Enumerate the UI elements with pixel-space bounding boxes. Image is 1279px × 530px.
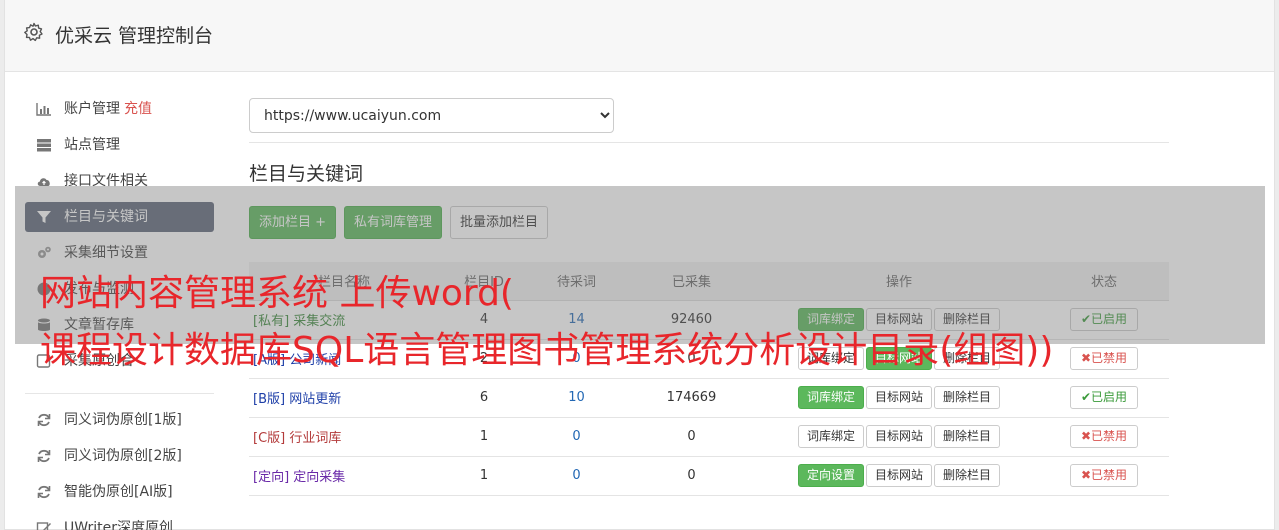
pending-count[interactable]: 0	[529, 417, 624, 457]
overlay-banner	[15, 186, 1265, 344]
refresh-icon	[37, 449, 51, 463]
status-toggle[interactable]: ✖已禁用	[1069, 347, 1139, 370]
pending-count[interactable]: 10	[529, 378, 624, 418]
collected-count: 0	[624, 417, 759, 457]
collected-count: 0	[624, 456, 759, 496]
column-tag: [C版]	[253, 431, 286, 446]
site-select[interactable]: https://www.ucaiyun.com	[249, 98, 614, 133]
column-id: 1	[439, 417, 529, 457]
delete-column-button[interactable]: 删除栏目	[934, 425, 1001, 448]
column-id: 1	[439, 456, 529, 496]
bind-library-button[interactable]: 词库绑定	[797, 425, 864, 448]
status-toggle[interactable]: ✔已启用	[1069, 386, 1139, 409]
sidebar-item-uwriter[interactable]: UWriter深度原创	[25, 513, 214, 530]
table-row: [C版] 行业词库 1 0 0 词库绑定 目标网站 删除栏目 ✖已禁用	[249, 417, 1169, 457]
delete-column-button[interactable]: 删除栏目	[934, 464, 1001, 487]
status-label: 已启用	[1091, 390, 1128, 404]
close-icon: ✖	[1080, 429, 1092, 443]
status-toggle[interactable]: ✖已禁用	[1069, 425, 1139, 448]
close-icon: ✖	[1080, 351, 1092, 365]
overlay-subheadline: 课程设计数据库SQL语言管理图书管理系统分析设计目录(组图))	[40, 330, 1054, 371]
pending-count[interactable]: 0	[529, 456, 624, 496]
status-cell: ✖已禁用	[1039, 339, 1169, 379]
close-icon: ✖	[1080, 468, 1092, 482]
bind-library-button[interactable]: 词库绑定	[797, 386, 864, 409]
collected-count: 174669	[624, 378, 759, 418]
sidebar-item-sites[interactable]: 站点管理	[25, 130, 214, 160]
status-cell: ✔已启用	[1039, 378, 1169, 418]
recharge-link[interactable]: 充值	[124, 101, 152, 117]
check-icon: ✔	[1080, 390, 1092, 404]
column-name[interactable]: 定向采集	[293, 470, 345, 485]
bar-chart-icon	[36, 103, 51, 116]
server-icon	[37, 139, 51, 152]
status-label: 已禁用	[1091, 351, 1128, 365]
status-cell: ✖已禁用	[1039, 417, 1169, 457]
page-title: 优采云 管理控制台	[55, 25, 214, 47]
column-name-cell[interactable]: [B版] 网站更新	[249, 378, 439, 418]
target-site-button[interactable]: 目标网站	[865, 464, 932, 487]
actions-cell: 定向设置 目标网站 删除栏目	[759, 456, 1039, 496]
column-tag: [定向]	[253, 470, 290, 485]
target-site-button[interactable]: 目标网站	[865, 425, 932, 448]
column-id: 6	[439, 378, 529, 418]
refresh-icon	[37, 413, 51, 427]
sidebar-item-synonym-v2[interactable]: 同义词伪原创[2版]	[25, 441, 214, 471]
column-name[interactable]: 行业词库	[289, 431, 341, 446]
status-label: 已禁用	[1091, 468, 1128, 482]
column-name-cell[interactable]: [C版] 行业词库	[249, 417, 439, 457]
divider	[249, 142, 1169, 143]
target-site-button[interactable]: 目标网站	[865, 386, 932, 409]
status-label: 已禁用	[1091, 429, 1128, 443]
table-row: [定向] 定向采集 1 0 0 定向设置 目标网站 删除栏目 ✖已禁用	[249, 456, 1169, 496]
gear-icon	[24, 22, 43, 42]
table-row: [B版] 网站更新 6 10 174669 词库绑定 目标网站 删除栏目 ✔已启用	[249, 378, 1169, 418]
actions-cell: 词库绑定 目标网站 删除栏目	[759, 417, 1039, 457]
header-bar: 优采云 管理控制台	[5, 0, 1274, 72]
sidebar-item-ai-rewrite[interactable]: 智能伪原创[AI版]	[25, 477, 214, 507]
column-tag: [B版]	[253, 392, 286, 407]
status-cell: ✖已禁用	[1039, 456, 1169, 496]
sidebar-divider	[25, 393, 214, 394]
actions-cell: 词库绑定 目标网站 删除栏目	[759, 378, 1039, 418]
status-toggle[interactable]: ✖已禁用	[1069, 464, 1139, 487]
sidebar-item-account[interactable]: 账户管理 充值	[25, 94, 214, 124]
overlay-headline: 网站内容管理系统 上传word(	[40, 273, 514, 314]
refresh-icon	[37, 485, 51, 499]
direct-settings-button[interactable]: 定向设置	[797, 464, 864, 487]
sidebar-item-label: 账户管理	[64, 101, 120, 117]
column-name[interactable]: 网站更新	[289, 392, 341, 407]
sidebar-item-label: 站点管理	[64, 137, 120, 153]
sidebar-item-label: 智能伪原创[AI版]	[64, 484, 173, 500]
sidebar-item-synonym-v1[interactable]: 同义词伪原创[1版]	[25, 405, 214, 435]
delete-column-button[interactable]: 删除栏目	[934, 386, 1001, 409]
edit-icon	[36, 522, 51, 530]
sidebar-item-label: 同义词伪原创[2版]	[64, 448, 182, 464]
sidebar-item-label: UWriter深度原创	[64, 520, 173, 530]
sidebar-item-label: 同义词伪原创[1版]	[64, 412, 182, 428]
column-name-cell[interactable]: [定向] 定向采集	[249, 456, 439, 496]
section-title: 栏目与关键词	[249, 163, 364, 185]
